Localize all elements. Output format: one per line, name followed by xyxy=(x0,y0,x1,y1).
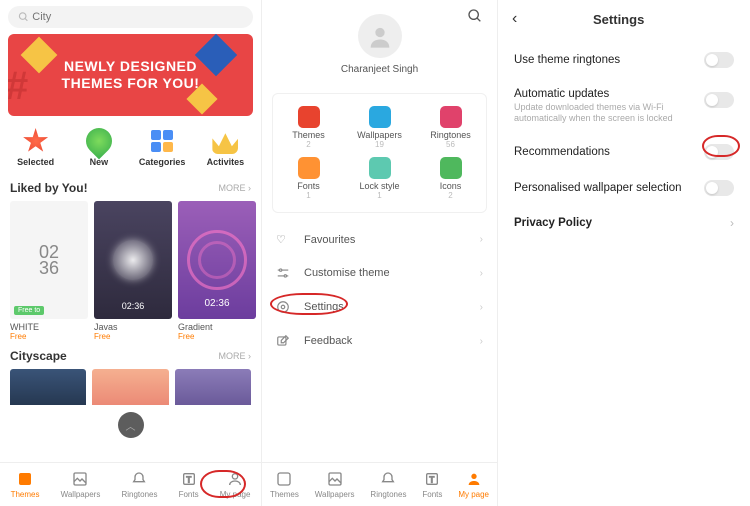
theme-card[interactable]: 02:36 Javas Free xyxy=(94,201,172,341)
fonts-icon xyxy=(298,157,320,179)
nav-wallpapers[interactable]: Wallpapers xyxy=(315,470,355,499)
nav-wallpapers[interactable]: Wallpapers xyxy=(61,470,101,499)
gear-icon xyxy=(276,300,292,314)
grid-icon xyxy=(149,128,175,154)
chevron-up-icon: ︿ xyxy=(126,418,136,433)
ringtones-icon xyxy=(379,470,397,488)
themes-icon xyxy=(16,470,34,488)
setting-personalised-wallpaper[interactable]: Personalised wallpaper selection xyxy=(498,170,750,206)
my-items-grid: Themes2 Wallpapers19 Ringtones56 Fonts1 … xyxy=(272,93,487,213)
my-wallpapers[interactable]: Wallpapers19 xyxy=(344,102,415,153)
fonts-icon: T xyxy=(423,470,441,488)
toggle-switch[interactable] xyxy=(704,52,734,68)
menu-list: ♡Favourites› Customise theme› Settings› … xyxy=(262,223,497,358)
themes-icon xyxy=(298,106,320,128)
quick-selected[interactable]: Selected xyxy=(6,128,66,167)
search-input[interactable] xyxy=(32,11,243,23)
my-fonts[interactable]: Fonts1 xyxy=(273,153,344,204)
edit-icon xyxy=(276,334,292,348)
settings-panel: ‹ Settings Use theme ringtones Automatic… xyxy=(498,0,750,506)
theme-card[interactable]: 0236Free to WHITE Free xyxy=(10,201,88,341)
banner-text: NEWLY DESIGNEDTHEMES FOR YOU! xyxy=(62,58,200,92)
themes-home-panel: # NEWLY DESIGNEDTHEMES FOR YOU! Selected… xyxy=(0,0,262,506)
menu-favourites[interactable]: ♡Favourites› xyxy=(262,223,497,256)
star-icon xyxy=(23,128,49,154)
toggle-switch[interactable] xyxy=(704,144,734,160)
menu-feedback[interactable]: Feedback› xyxy=(262,324,497,358)
menu-customise[interactable]: Customise theme› xyxy=(262,256,497,290)
chevron-right-icon: › xyxy=(480,302,483,313)
nav-fonts[interactable]: TFonts xyxy=(422,470,442,499)
scroll-top-button[interactable]: ︿ xyxy=(118,412,144,438)
nav-themes[interactable]: Themes xyxy=(11,470,40,499)
svg-text:T: T xyxy=(186,475,191,484)
setting-auto-updates[interactable]: Automatic updates Update downloaded them… xyxy=(498,78,750,134)
theme-card[interactable]: 02:36 Gradient Free xyxy=(178,201,256,341)
wallpapers-icon xyxy=(326,470,344,488)
toggle-switch[interactable] xyxy=(704,92,734,108)
chevron-right-icon: › xyxy=(730,216,734,230)
my-ringtones[interactable]: Ringtones56 xyxy=(415,102,486,153)
bottom-nav: Themes Wallpapers Ringtones TFonts My pa… xyxy=(0,462,261,506)
wallpapers-icon xyxy=(71,470,89,488)
liked-title: Liked by You! xyxy=(10,181,88,195)
avatar[interactable] xyxy=(358,14,402,58)
quick-links: Selected New Categories Activites xyxy=(0,122,261,175)
setting-privacy-policy[interactable]: Privacy Policy › xyxy=(498,206,750,240)
nav-ringtones[interactable]: Ringtones xyxy=(370,470,406,499)
city-title: Cityscape xyxy=(10,349,67,363)
person-icon xyxy=(465,470,483,488)
page-title: Settings xyxy=(517,12,720,27)
liked-thumbs: 0236Free to WHITE Free 02:36 Javas Free … xyxy=(10,201,251,341)
promo-banner[interactable]: # NEWLY DESIGNEDTHEMES FOR YOU! xyxy=(8,34,253,116)
nav-mypage[interactable]: My page xyxy=(220,470,251,499)
my-lockstyle[interactable]: Lock style1 xyxy=(344,153,415,204)
chevron-right-icon: › xyxy=(480,234,483,245)
city-more[interactable]: MORE › xyxy=(219,351,252,361)
sliders-icon xyxy=(276,266,292,280)
nav-ringtones[interactable]: Ringtones xyxy=(121,470,157,499)
search-bar[interactable] xyxy=(8,6,253,28)
crown-icon xyxy=(212,128,238,154)
themes-icon xyxy=(275,470,293,488)
quick-categories[interactable]: Categories xyxy=(132,128,192,167)
ringtones-icon xyxy=(440,106,462,128)
theme-card[interactable] xyxy=(10,369,86,405)
lock-icon xyxy=(369,157,391,179)
quick-activities[interactable]: Activites xyxy=(195,128,255,167)
my-themes[interactable]: Themes2 xyxy=(273,102,344,153)
my-icons[interactable]: Icons2 xyxy=(415,153,486,204)
theme-card[interactable] xyxy=(92,369,168,405)
menu-settings[interactable]: Settings› xyxy=(262,290,497,324)
chevron-right-icon: › xyxy=(480,336,483,347)
mypage-panel: Charanjeet Singh Themes2 Wallpapers19 Ri… xyxy=(262,0,498,506)
nav-mypage[interactable]: My page xyxy=(458,470,489,499)
username: Charanjeet Singh xyxy=(262,64,497,75)
theme-card[interactable] xyxy=(175,369,251,405)
search-icon xyxy=(18,11,29,23)
chevron-right-icon: › xyxy=(480,268,483,279)
leaf-icon xyxy=(80,123,117,160)
city-thumbs xyxy=(10,369,251,405)
person-icon xyxy=(226,470,244,488)
liked-more[interactable]: MORE › xyxy=(219,183,252,193)
setting-recommendations[interactable]: Recommendations xyxy=(498,134,750,170)
svg-text:T: T xyxy=(430,475,435,484)
quick-new[interactable]: New xyxy=(69,128,129,167)
wallpapers-icon xyxy=(369,106,391,128)
ringtones-icon xyxy=(130,470,148,488)
heart-icon: ♡ xyxy=(276,233,292,246)
bottom-nav: Themes Wallpapers Ringtones TFonts My pa… xyxy=(262,462,497,506)
fonts-icon: T xyxy=(180,470,198,488)
nav-themes[interactable]: Themes xyxy=(270,470,299,499)
icons-icon xyxy=(440,157,462,179)
search-button[interactable] xyxy=(467,8,483,27)
toggle-switch[interactable] xyxy=(704,180,734,196)
setting-theme-ringtones[interactable]: Use theme ringtones xyxy=(498,42,750,78)
nav-fonts[interactable]: TFonts xyxy=(179,470,199,499)
search-icon xyxy=(467,8,483,24)
